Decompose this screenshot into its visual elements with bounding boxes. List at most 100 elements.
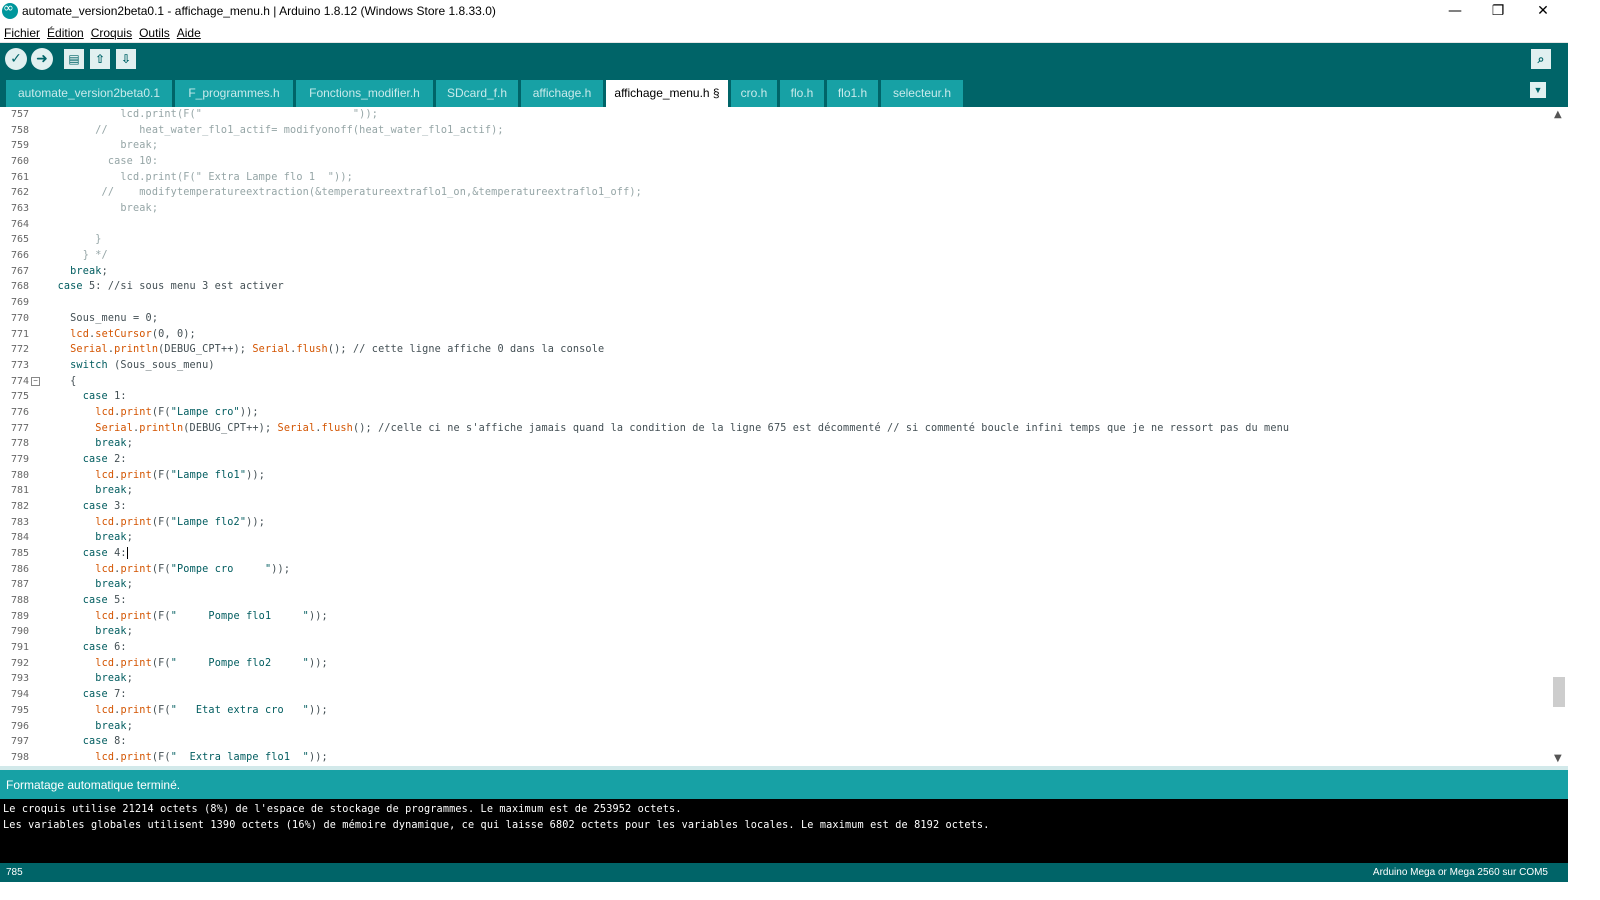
code-line[interactable]: lcd.setCursor(0, 0); [45,327,196,343]
code-line[interactable]: Serial.println(DEBUG_CPT++); Serial.flus… [45,342,604,358]
code-line[interactable]: lcd.print(F("Lampe flo2")); [45,515,265,531]
code-line[interactable]: break; [45,719,133,735]
new-file-icon: ▤ [68,52,80,66]
verify-button[interactable]: ✓ [5,48,27,70]
line-number: 788 [10,595,29,607]
code-line[interactable]: break; [45,577,133,593]
code-line[interactable]: break; [45,436,133,452]
menu-aide[interactable]: Aide [173,24,204,40]
fold-toggle-icon[interactable]: − [31,377,40,386]
line-number: 765 [10,234,29,246]
line-number: 762 [10,187,29,199]
maximize-button[interactable]: ❐ [1476,0,1520,24]
line-number: 792 [10,657,29,669]
code-line[interactable]: } [45,232,102,248]
minimize-button[interactable]: — [1433,0,1477,24]
check-icon: ✓ [10,51,22,67]
line-number: 786 [10,563,29,575]
tab-flo1[interactable]: flo1.h [827,80,878,107]
line-number: 794 [10,689,29,701]
tab-fonctions-modifier[interactable]: Fonctions_modifier.h [296,80,433,107]
code-editor[interactable]: 757 758 759 760 761 762 763 764 765 766 … [0,107,1568,766]
code-line[interactable]: lcd.print(F("Lampe flo1")); [45,468,265,484]
code-line[interactable]: case 1: [45,389,127,405]
code-line[interactable]: lcd.print(F(" ")); [45,107,378,123]
code-line[interactable]: Sous_menu = 0; [45,311,158,327]
save-button[interactable]: ⇩ [116,49,136,69]
line-number: 796 [10,720,29,732]
tab-dropdown-button[interactable]: ▼ [1530,82,1546,98]
code-line[interactable]: case 7: [45,687,127,703]
tab-automate[interactable]: automate_version2beta0.1 [6,80,172,107]
line-number: 777 [10,422,29,434]
upload-button[interactable]: ➜ [31,48,53,70]
serial-monitor-button[interactable]: ⌕ [1531,49,1551,69]
toolbar: ✓ ➜ ▤ ⇧ ⇩ ⌕ [0,43,1568,76]
code-line[interactable]: case 10: [45,154,158,170]
serial-monitor-icon: ⌕ [1537,52,1545,66]
code-line[interactable]: break; [45,483,133,499]
status-bar: Formatage automatique terminé. [0,770,1568,799]
scrollbar-thumb[interactable] [1553,677,1565,707]
code-line[interactable]: lcd.print(F(" Extra Lampe flo 1 ")); [45,170,353,186]
tab-affichage-menu[interactable]: affichage_menu.h § [606,80,728,107]
scroll-down-icon[interactable]: ▼ [1554,753,1562,764]
code-line[interactable]: case 4: [45,546,128,562]
line-number: 769 [10,297,29,309]
code-line[interactable]: lcd.print(F(" Etat extra cro ")); [45,703,328,719]
code-line[interactable]: case 6: [45,640,127,656]
new-button[interactable]: ▤ [64,49,84,69]
code-line[interactable]: switch (Sous_sous_menu) [45,358,215,374]
line-number: 770 [10,312,29,324]
code-line[interactable]: lcd.print(F("Pompe cro ")); [45,562,290,578]
code-line[interactable]: lcd.print(F(" Pompe flo1 ")); [45,609,328,625]
status-message: Formatage automatique terminé. [6,778,181,792]
code-line[interactable]: case 2: [45,452,127,468]
code-line[interactable]: break; [45,201,158,217]
line-number: 790 [10,626,29,638]
menu-edition[interactable]: Édition [43,24,87,40]
line-number: 779 [10,453,29,465]
tab-sdcard[interactable]: SDcard_f.h [436,80,518,107]
scroll-up-icon[interactable]: ▲ [1554,109,1562,120]
tab-f-programmes[interactable]: F_programmes.h [175,80,293,107]
line-number: 760 [10,156,29,168]
code-line[interactable]: case 3: [45,499,127,515]
tab-flo[interactable]: flo.h [780,80,824,107]
line-number: 757 [10,109,29,120]
code-line[interactable]: break; [45,530,133,546]
code-line[interactable]: } */ [45,248,108,264]
open-button[interactable]: ⇧ [90,49,110,69]
menu-outils[interactable]: Outils [135,24,173,40]
code-line[interactable]: lcd.print(F(" Pompe flo2 ")); [45,656,328,672]
code-line[interactable]: lcd.print(F(" Extra lampe flo1 ")); [45,750,328,766]
code-line[interactable]: case 8: [45,734,127,750]
code-area[interactable]: lcd.print(F(" ")); // heat_water_flo1_ac… [45,107,1545,766]
code-line[interactable]: { [45,374,76,390]
menu-bar: Fichier Édition Croquis Outils Aide [0,24,1568,43]
line-number: 791 [10,642,29,654]
code-line[interactable]: break; [45,138,158,154]
tab-cro[interactable]: cro.h [731,80,777,107]
code-line[interactable]: case 5: [45,593,127,609]
code-line[interactable]: break; [45,624,133,640]
tab-affichage[interactable]: affichage.h [521,80,603,107]
line-number: 785 [10,548,29,560]
line-number: 797 [10,736,29,748]
code-line[interactable]: // modifytemperatureextraction(&temperat… [45,185,642,201]
triangle-down-icon: ▼ [1533,85,1543,95]
code-line[interactable]: lcd.print(F("Lampe cro")); [45,405,259,421]
menu-fichier[interactable]: Fichier [0,24,43,40]
tab-selecteur[interactable]: selecteur.h [881,80,963,107]
line-number: 766 [10,250,29,262]
code-line[interactable]: case 5: //si sous menu 3 est activer [45,279,284,295]
vertical-scrollbar[interactable]: ▲ ▼ [1551,107,1568,766]
code-line[interactable]: // heat_water_flo1_actif= modifyonoff(he… [45,123,504,139]
code-line[interactable]: break; [45,264,108,280]
code-line[interactable]: break; [45,671,133,687]
line-number: 798 [10,751,29,763]
line-number: 759 [10,140,29,152]
code-line[interactable]: Serial.println(DEBUG_CPT++); Serial.flus… [45,421,1289,437]
close-button[interactable]: ✕ [1521,0,1565,24]
menu-croquis[interactable]: Croquis [87,24,135,40]
